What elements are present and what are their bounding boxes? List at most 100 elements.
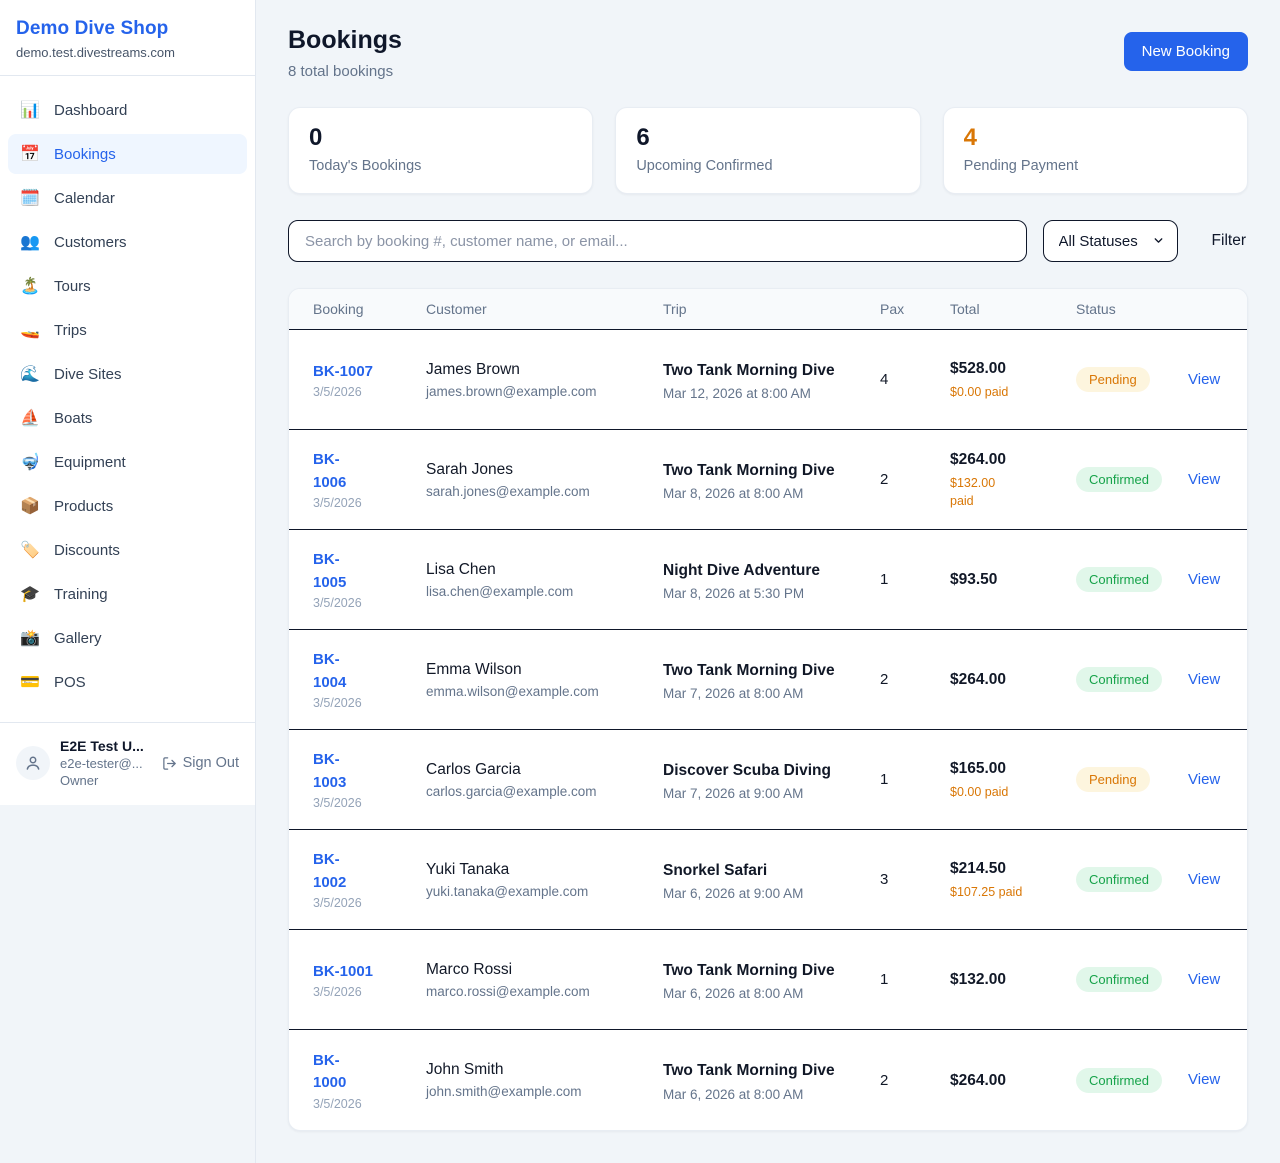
column-header-pax: Pax xyxy=(880,301,950,317)
trip-datetime: Mar 7, 2026 at 8:00 AM xyxy=(663,686,880,701)
sidebar-item-products[interactable]: 📦 Products xyxy=(8,486,247,526)
discounts-icon: 🏷️ xyxy=(19,540,41,560)
sign-out-button[interactable]: Sign Out xyxy=(162,755,239,771)
customer-email: lisa.chen@example.com xyxy=(426,584,663,599)
view-link[interactable]: View xyxy=(1188,671,1220,688)
sidebar-item-label: Trips xyxy=(54,322,87,339)
brand-name: Demo Dive Shop xyxy=(16,18,239,40)
table-row: BK-1004 3/5/2026 Emma Wilson emma.wilson… xyxy=(289,630,1247,730)
sidebar-item-dive-sites[interactable]: 🌊 Dive Sites xyxy=(8,354,247,394)
total-amount: $132.00 xyxy=(950,969,1076,991)
sidebar-item-bookings[interactable]: 📅 Bookings xyxy=(8,134,247,174)
page-title: Bookings xyxy=(288,26,402,55)
view-link[interactable]: View xyxy=(1188,971,1220,988)
sidebar-item-label: Equipment xyxy=(54,454,126,471)
booking-id-link[interactable]: BK-1000 xyxy=(313,1052,346,1092)
pax-count: 2 xyxy=(880,471,950,488)
training-icon: 🎓 xyxy=(19,584,41,604)
customer-name: Carlos Garcia xyxy=(426,761,663,779)
booking-id-link[interactable]: BK-1003 xyxy=(313,751,346,791)
pax-count: 4 xyxy=(880,371,950,388)
status-badge: Confirmed xyxy=(1076,567,1162,592)
booking-id-link[interactable]: BK-1006 xyxy=(313,451,346,491)
app-layout: Demo Dive Shop demo.test.divestreams.com… xyxy=(0,0,1280,1163)
stat-value: 4 xyxy=(964,125,1227,151)
booking-date: 3/5/2026 xyxy=(313,696,426,710)
search-input[interactable] xyxy=(288,220,1027,262)
status-filter-select[interactable]: All Statuses xyxy=(1043,220,1178,262)
filter-button[interactable]: Filter xyxy=(1210,228,1248,254)
equipment-icon: 🤿 xyxy=(19,452,41,472)
view-link[interactable]: View xyxy=(1188,1071,1220,1088)
table-row: BK-1003 3/5/2026 Carlos Garcia carlos.ga… xyxy=(289,730,1247,830)
products-icon: 📦 xyxy=(19,496,41,516)
stat-label: Upcoming Confirmed xyxy=(636,158,899,174)
boats-icon: ⛵ xyxy=(19,408,41,428)
total-amount: $93.50 xyxy=(950,569,1076,591)
trip-datetime: Mar 8, 2026 at 8:00 AM xyxy=(663,486,880,501)
sidebar-item-boats[interactable]: ⛵ Boats xyxy=(8,398,247,438)
sidebar-item-discounts[interactable]: 🏷️ Discounts xyxy=(8,530,247,570)
sidebar-item-dashboard[interactable]: 📊 Dashboard xyxy=(8,90,247,130)
booking-id-link[interactable]: BK-1004 xyxy=(313,651,346,691)
trip-datetime: Mar 12, 2026 at 8:00 AM xyxy=(663,386,880,401)
sidebar-item-customers[interactable]: 👥 Customers xyxy=(8,222,247,262)
calendar-icon: 🗓️ xyxy=(19,188,41,208)
stat-card: 0 Today's Bookings xyxy=(288,107,593,194)
sidebar-item-gallery[interactable]: 📸 Gallery xyxy=(8,618,247,658)
table-row: BK-1002 3/5/2026 Yuki Tanaka yuki.tanaka… xyxy=(289,830,1247,930)
trip-datetime: Mar 7, 2026 at 9:00 AM xyxy=(663,786,880,801)
booking-id-link[interactable]: BK-1001 xyxy=(313,963,373,980)
sidebar-item-pos[interactable]: 💳 POS xyxy=(8,662,247,702)
customer-email: emma.wilson@example.com xyxy=(426,684,663,699)
sidebar-item-tours[interactable]: 🏝️ Tours xyxy=(8,266,247,306)
trip-name: Discover Scuba Diving xyxy=(663,759,838,782)
sidebar-item-calendar[interactable]: 🗓️ Calendar xyxy=(8,178,247,218)
booking-date: 3/5/2026 xyxy=(313,596,426,610)
trip-datetime: Mar 6, 2026 at 8:00 AM xyxy=(663,1087,880,1102)
view-link[interactable]: View xyxy=(1188,471,1220,488)
pax-count: 2 xyxy=(880,1072,950,1089)
total-amount: $264.00 xyxy=(950,449,1076,471)
status-badge: Confirmed xyxy=(1076,667,1162,692)
view-link[interactable]: View xyxy=(1188,871,1220,888)
view-link[interactable]: View xyxy=(1188,371,1220,388)
customer-email: carlos.garcia@example.com xyxy=(426,784,663,799)
sidebar-item-label: Discounts xyxy=(54,542,120,559)
column-header-total: Total xyxy=(950,301,1076,317)
trip-datetime: Mar 8, 2026 at 5:30 PM xyxy=(663,586,880,601)
new-booking-button[interactable]: New Booking xyxy=(1124,32,1248,71)
user-name: E2E Test U... xyxy=(60,738,144,754)
trip-name: Two Tank Morning Dive xyxy=(663,359,838,382)
sidebar-item-equipment[interactable]: 🤿 Equipment xyxy=(8,442,247,482)
booking-id-link[interactable]: BK-1002 xyxy=(313,851,346,891)
total-amount: $165.00 xyxy=(950,758,1076,780)
sidebar-item-label: Calendar xyxy=(54,190,115,207)
table-row: BK-1006 3/5/2026 Sarah Jones sarah.jones… xyxy=(289,430,1247,530)
dive-sites-icon: 🌊 xyxy=(19,364,41,384)
sidebar-item-label: Products xyxy=(54,498,113,515)
sidebar-item-label: Customers xyxy=(54,234,127,251)
total-amount: $264.00 xyxy=(950,1070,1076,1092)
user-email: e2e-tester@... xyxy=(60,756,144,771)
column-header-status: Status xyxy=(1076,301,1188,317)
filter-row: All Statuses Filter xyxy=(288,220,1248,262)
view-link[interactable]: View xyxy=(1188,771,1220,788)
trip-name: Two Tank Morning Dive xyxy=(663,959,838,982)
booking-date: 3/5/2026 xyxy=(313,385,426,399)
sidebar-item-training[interactable]: 🎓 Training xyxy=(8,574,247,614)
customers-icon: 👥 xyxy=(19,232,41,252)
paid-amount: $107.25 paid xyxy=(950,883,1076,901)
pax-count: 2 xyxy=(880,671,950,688)
sidebar-item-trips[interactable]: 🚤 Trips xyxy=(8,310,247,350)
trip-datetime: Mar 6, 2026 at 8:00 AM xyxy=(663,986,880,1001)
view-link[interactable]: View xyxy=(1188,571,1220,588)
customer-name: Yuki Tanaka xyxy=(426,861,663,879)
trip-name: Snorkel Safari xyxy=(663,859,838,882)
page-header: Bookings 8 total bookings New Booking xyxy=(288,26,1248,80)
customer-name: Marco Rossi xyxy=(426,961,663,979)
stat-card: 6 Upcoming Confirmed xyxy=(615,107,920,194)
booking-id-link[interactable]: BK-1005 xyxy=(313,551,346,591)
booking-date: 3/5/2026 xyxy=(313,796,426,810)
booking-id-link[interactable]: BK-1007 xyxy=(313,363,373,380)
